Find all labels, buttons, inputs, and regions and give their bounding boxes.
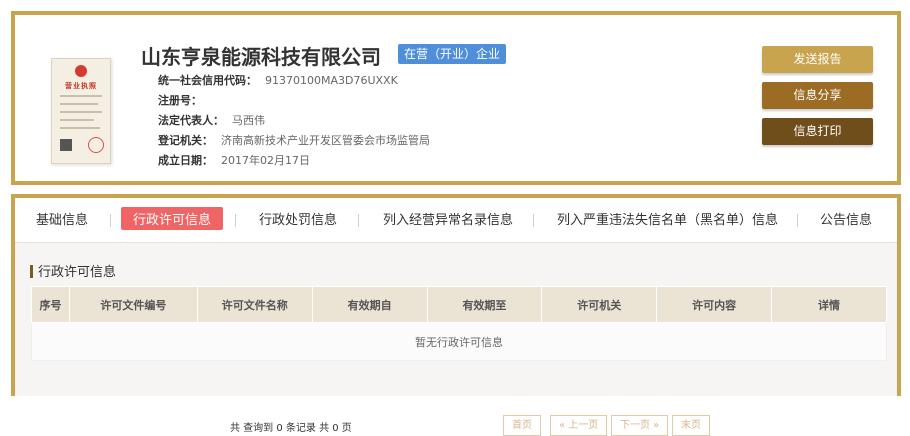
tab-blacklist[interactable]: 列入严重违法失信名单（黑名单）信息 — [557, 209, 778, 228]
tab-divider — [533, 214, 534, 227]
tab-abnormal-operation-list[interactable]: 列入经营异常名录信息 — [383, 209, 513, 228]
business-license-image[interactable]: 营业执照 — [51, 58, 111, 164]
license-text-line — [60, 103, 98, 105]
column-header-doc-name: 许可文件名称 — [196, 286, 313, 323]
table-header-row: 序号 许可文件编号 许可文件名称 有效期自 有效期至 许可机关 许可内容 详情 — [31, 286, 887, 323]
company-name: 山东亨泉能源科技有限公司 — [141, 45, 381, 69]
tab-announcements[interactable]: 公告信息 — [820, 209, 872, 228]
next-page-button[interactable]: 下一页 » — [611, 415, 669, 436]
send-report-button[interactable]: 发送报告 — [762, 46, 873, 73]
pagination-summary: 共 查询到 0 条记录 共 0 页 — [230, 423, 352, 434]
official-stamp-icon — [88, 137, 104, 153]
column-header-details: 详情 — [771, 286, 887, 323]
share-info-button[interactable]: 信息分享 — [762, 82, 873, 109]
national-emblem-icon — [75, 65, 87, 77]
print-info-button[interactable]: 信息打印 — [762, 118, 873, 145]
tab-bar: 基础信息 行政许可信息 行政处罚信息 列入经营异常名录信息 列入严重违法失信名单… — [15, 198, 897, 243]
column-header-content: 许可内容 — [656, 286, 773, 323]
legal-representative-value: 马西伟 — [232, 114, 265, 127]
qr-code-icon — [60, 139, 72, 151]
tab-divider — [235, 214, 236, 227]
license-text-line — [60, 95, 102, 97]
tab-divider — [797, 214, 798, 227]
company-info-panel: 营业执照 山东亨泉能源科技有限公司 在营（开业）企业 统一社会信用代码： 9137… — [11, 11, 901, 185]
tab-administrative-penalty[interactable]: 行政处罚信息 — [259, 209, 337, 228]
section-title: 行政许可信息 — [30, 261, 116, 280]
license-table: 序号 许可文件编号 许可文件名称 有效期自 有效期至 许可机关 许可内容 详情 … — [31, 286, 887, 361]
establishment-date-value: 2017年02月17日 — [221, 154, 310, 167]
tab-administrative-license[interactable]: 行政许可信息 — [121, 207, 224, 230]
credit-code-value: 91370100MA3D76UXXK — [265, 74, 398, 87]
column-header-valid-from: 有效期自 — [311, 286, 428, 323]
tab-divider — [358, 214, 359, 227]
legal-representative-label: 法定代表人： — [158, 114, 224, 127]
credit-code-row: 统一社会信用代码： 91370100MA3D76UXXK — [158, 72, 398, 88]
establishment-date-row: 成立日期： 2017年02月17日 — [158, 152, 310, 168]
registration-authority-label: 登记机关： — [158, 134, 213, 147]
column-header-valid-to: 有效期至 — [426, 286, 543, 323]
first-page-button[interactable]: 首页 — [503, 415, 541, 436]
license-section: 行政许可信息 序号 许可文件编号 许可文件名称 有效期自 有效期至 许可机关 许… — [15, 243, 897, 436]
details-panel: 基础信息 行政许可信息 行政处罚信息 列入经营异常名录信息 列入严重违法失信名单… — [11, 194, 901, 436]
table-row: 暂无行政许可信息 — [31, 322, 887, 361]
column-header-index: 序号 — [31, 286, 70, 323]
license-text-line — [60, 119, 94, 121]
status-badge: 在营（开业）企业 — [398, 44, 507, 64]
registration-number-row: 注册号： — [158, 92, 210, 108]
registration-number-label: 注册号： — [158, 94, 202, 107]
section-marker-icon — [30, 265, 33, 278]
empty-message: 暂无行政许可信息 — [31, 322, 887, 361]
license-text-line — [60, 111, 102, 113]
section-title-text: 行政许可信息 — [38, 265, 117, 280]
column-header-doc-number: 许可文件编号 — [68, 286, 198, 323]
tab-basic-info[interactable]: 基础信息 — [36, 209, 88, 228]
tab-divider — [110, 214, 111, 227]
license-text-line — [60, 127, 100, 129]
registration-authority-value: 济南高新技术产业开发区管委会市场监管局 — [221, 134, 430, 147]
legal-representative-row: 法定代表人： 马西伟 — [158, 112, 265, 128]
establishment-date-label: 成立日期： — [158, 154, 213, 167]
license-title: 营业执照 — [65, 82, 97, 90]
registration-authority-row: 登记机关： 济南高新技术产业开发区管委会市场监管局 — [158, 132, 430, 148]
prev-page-button[interactable]: « 上一页 — [550, 415, 608, 436]
column-header-authority: 许可机关 — [541, 286, 658, 323]
credit-code-label: 统一社会信用代码： — [158, 74, 257, 87]
last-page-button[interactable]: 末页 — [672, 415, 710, 436]
